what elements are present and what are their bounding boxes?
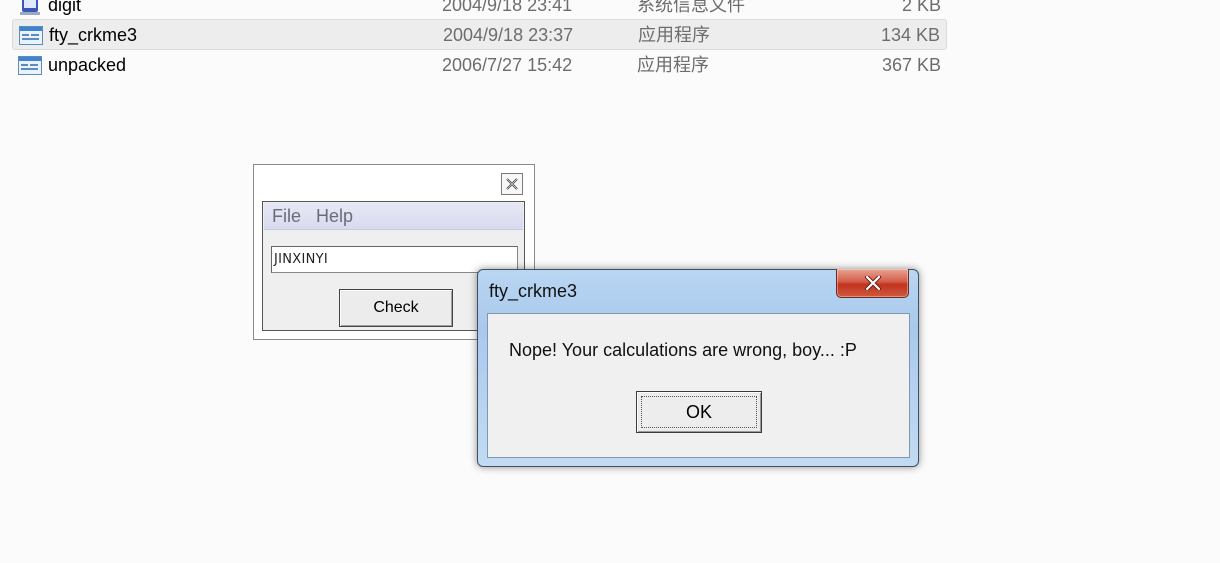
file-name: digit	[48, 0, 82, 15]
menu-file[interactable]: File	[272, 203, 301, 229]
application-icon	[18, 56, 42, 75]
menu-help[interactable]: Help	[316, 203, 353, 229]
message-box-body: Nope! Your calculations are wrong, boy..…	[487, 313, 910, 458]
file-name: unpacked	[48, 55, 127, 75]
crackme-close-button[interactable]	[501, 173, 523, 195]
application-icon	[19, 26, 43, 45]
system-info-file-icon	[20, 0, 40, 15]
file-row-unpacked[interactable]: unpacked 2006/7/27 15:42 应用程序 367 KB	[12, 50, 947, 81]
file-type: 系统信息文件	[637, 0, 745, 15]
focus-ring	[641, 396, 757, 428]
file-type: 应用程序	[637, 55, 709, 75]
close-icon	[865, 276, 881, 290]
file-name: fty_crkme3	[49, 25, 138, 45]
ok-button[interactable]: OK	[636, 391, 762, 433]
file-row-fty-crkme3[interactable]: fty_crkme3 2004/9/18 23:37 应用程序 134 KB	[12, 19, 947, 50]
message-box-close-button[interactable]	[836, 269, 909, 298]
close-icon	[506, 178, 518, 190]
file-date: 2006/7/27 15:42	[442, 55, 573, 75]
message-box-title: fty_crkme3	[489, 281, 578, 301]
check-button[interactable]: Check	[339, 289, 453, 327]
file-date: 2004/9/18 23:37	[443, 25, 574, 45]
file-row-digit[interactable]: digit 2004/9/18 23:41 系统信息文件 2 KB	[12, 0, 947, 21]
file-size: 134 KB	[880, 25, 940, 45]
file-size: 2 KB	[901, 0, 941, 15]
message-box: fty_crkme3 Nope! Your calculations are w…	[477, 269, 919, 467]
file-size: 367 KB	[881, 55, 941, 75]
file-type: 应用程序	[638, 25, 710, 45]
message-text: Nope! Your calculations are wrong, boy..…	[509, 340, 857, 360]
file-date: 2004/9/18 23:41	[442, 0, 573, 15]
crackme-menubar: File Help	[264, 203, 523, 230]
